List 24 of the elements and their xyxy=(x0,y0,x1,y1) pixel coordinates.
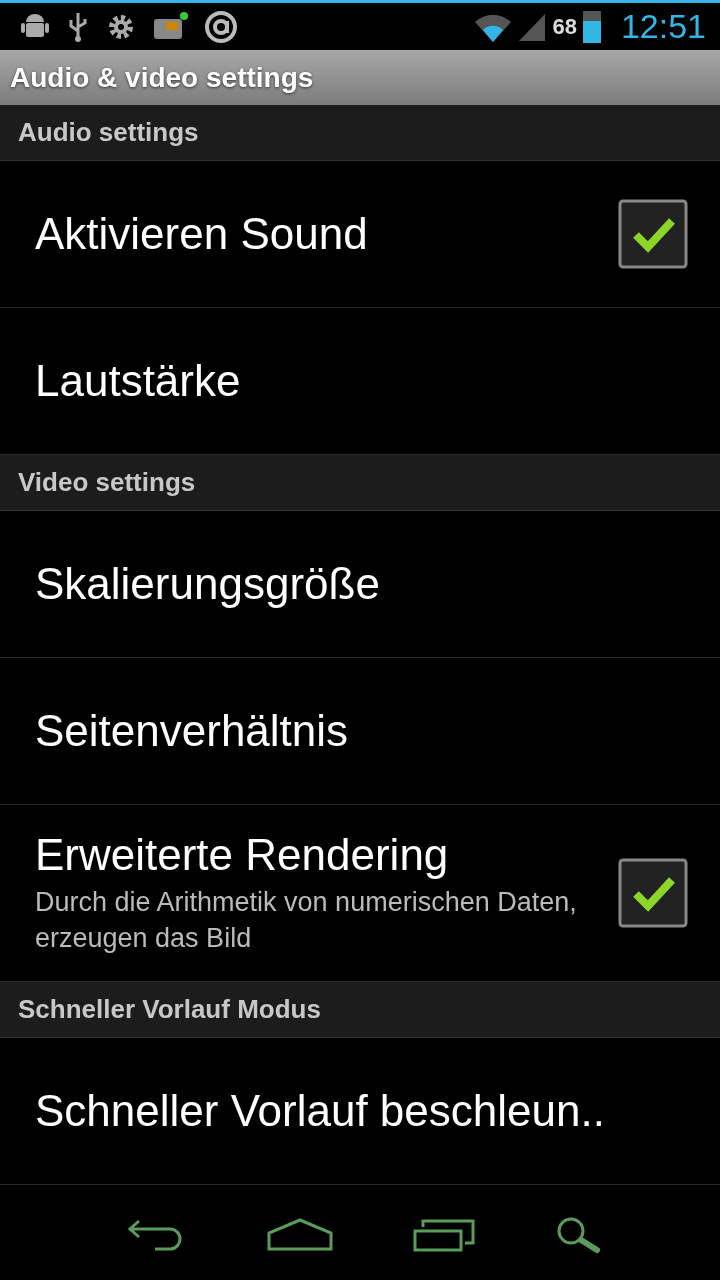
search-icon[interactable] xyxy=(555,1215,603,1255)
settings-item[interactable]: Aktivieren Sound xyxy=(0,161,720,308)
item-title: Seitenverhältnis xyxy=(35,706,349,756)
item-title: Lautstärke xyxy=(35,356,241,406)
window-title: Audio & video settings xyxy=(10,61,314,94)
item-title: Erweiterte Rendering xyxy=(35,830,450,880)
section-title: Audio settings xyxy=(18,117,199,148)
recent-apps-icon[interactable] xyxy=(413,1217,475,1253)
section-title: Schneller Vorlauf Modus xyxy=(18,994,321,1025)
settings-item[interactable]: Skalierungsgröße xyxy=(0,511,720,658)
settings-item[interactable]: Seitenverhältnis xyxy=(0,658,720,805)
item-title: Aktivieren Sound xyxy=(35,209,368,259)
battery-icon xyxy=(582,10,601,43)
item-title: Skalierungsgröße xyxy=(35,559,380,609)
item-summary: Durch die Arithmetik von numerischen Daten, erzeugen das Bild xyxy=(35,886,578,955)
home-icon[interactable] xyxy=(267,1217,333,1253)
battery-percent: 68 xyxy=(552,13,577,40)
item-title: Schneller Vorlauf beschleun.. xyxy=(35,1086,605,1136)
settings-item[interactable]: Schneller Vorlauf beschleun.. xyxy=(0,1038,720,1185)
section-title: Video settings xyxy=(18,467,196,498)
checkbox[interactable] xyxy=(618,199,688,269)
circle-a-icon xyxy=(204,9,238,44)
checkbox[interactable] xyxy=(618,858,688,928)
clock: 12:51 xyxy=(620,7,706,46)
